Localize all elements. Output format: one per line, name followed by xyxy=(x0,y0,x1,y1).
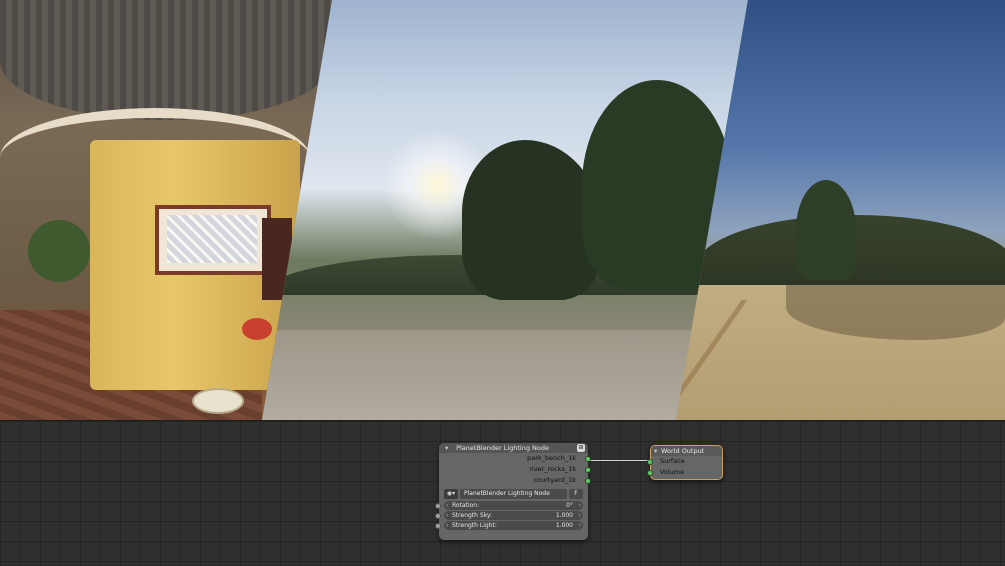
input-label: Surface xyxy=(660,457,685,465)
hdri-preview-strip xyxy=(0,0,1005,420)
node-group-selector: ◉▾ PlanetBlender Lighting Node F xyxy=(444,489,583,499)
output-socket-row: park_bench_1k xyxy=(439,453,591,464)
output-label: river_rocks_1k xyxy=(529,465,576,473)
increment-arrow-icon[interactable]: › xyxy=(575,511,581,520)
tree xyxy=(28,220,90,282)
input-socket[interactable] xyxy=(435,502,441,509)
barred-window xyxy=(155,205,271,275)
tree xyxy=(796,180,856,280)
strength-sky-field[interactable]: ‹ Strength Sky: 1.000 › xyxy=(435,511,583,520)
input-label: Volume xyxy=(660,468,685,476)
porch-roof xyxy=(0,0,332,120)
decrement-arrow-icon[interactable]: ‹ xyxy=(446,501,452,510)
field-value: 0° xyxy=(566,502,573,509)
river-rocks xyxy=(262,330,748,420)
output-socket-row: courtyard_1k xyxy=(439,475,591,486)
fake-user-button[interactable]: F xyxy=(569,489,583,499)
output-label: courtyard_1k xyxy=(533,476,576,484)
node-title: World Output xyxy=(661,447,705,455)
planetblender-lighting-node[interactable]: ▾ PlanetBlender Lighting Node ⊞ park_ben… xyxy=(435,443,591,540)
input-socket-row-surface: Surface xyxy=(647,456,722,467)
input-socket[interactable] xyxy=(647,458,653,465)
increment-arrow-icon[interactable]: › xyxy=(575,501,581,510)
node-header[interactable]: ▾ PlanetBlender Lighting Node ⊞ xyxy=(439,443,588,453)
water-bowl xyxy=(192,388,244,414)
input-socket-row-volume: Volume xyxy=(647,467,722,478)
node-link-surface[interactable] xyxy=(588,460,651,461)
output-socket-row: river_rocks_1k xyxy=(439,464,591,475)
output-socket[interactable] xyxy=(585,477,591,484)
collapse-arrow-icon[interactable]: ▾ xyxy=(654,446,660,456)
output-socket[interactable] xyxy=(585,466,591,473)
node-group-name-field[interactable]: PlanetBlender Lighting Node xyxy=(460,489,567,499)
world-output-node[interactable]: ▾ World Output Surface Volume xyxy=(647,445,723,480)
watering-can xyxy=(242,318,272,340)
rotation-field[interactable]: ‹ Rotation: 0° › xyxy=(435,501,583,510)
output-label: park_bench_1k xyxy=(527,454,576,462)
field-label: Strength Light: xyxy=(452,522,497,529)
decrement-arrow-icon[interactable]: ‹ xyxy=(446,511,452,520)
input-socket[interactable] xyxy=(435,512,441,519)
node-header[interactable]: ▾ World Output xyxy=(651,446,722,456)
field-value: 1.000 xyxy=(555,522,573,529)
field-label: Rotation: xyxy=(452,502,480,509)
field-label: Strength Sky: xyxy=(452,512,493,519)
field-value: 1.000 xyxy=(555,512,573,519)
node-title: PlanetBlender Lighting Node xyxy=(456,444,550,452)
collapse-arrow-icon[interactable]: ▾ xyxy=(445,443,451,453)
tree xyxy=(462,140,602,300)
strength-light-field[interactable]: ‹ Strength Light: 1.000 › xyxy=(435,521,583,530)
output-socket[interactable] xyxy=(585,455,591,462)
decrement-arrow-icon[interactable]: ‹ xyxy=(446,521,452,530)
hdri-panel-river-rocks xyxy=(262,0,748,420)
increment-arrow-icon[interactable]: › xyxy=(575,521,581,530)
input-socket[interactable] xyxy=(435,522,441,529)
node-options-icon[interactable]: ⊞ xyxy=(577,444,585,452)
input-socket[interactable] xyxy=(647,469,653,476)
node-tree-icon[interactable]: ◉▾ xyxy=(444,489,458,499)
